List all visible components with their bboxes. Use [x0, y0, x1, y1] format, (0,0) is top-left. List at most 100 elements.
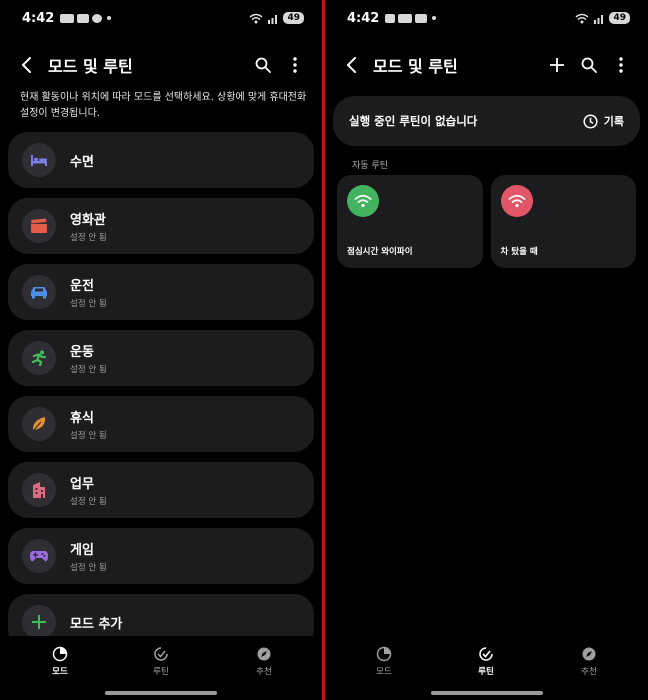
mode-list: 수면 영화관 설정 안 됨 운전 설정 안 됨 운동 설정 안 됨 휴식 설정 안 됨 … [8, 132, 314, 660]
plus-icon [550, 58, 564, 72]
status-time: 4:42 [347, 10, 380, 26]
nav-tab-routines[interactable]: 루틴 [131, 646, 191, 677]
gamepad-icon [30, 551, 48, 562]
section-label: 자동 루틴 [352, 161, 388, 171]
mode-name: 업무 [70, 477, 94, 492]
more-vert-icon [619, 57, 623, 73]
search-button[interactable] [248, 50, 278, 80]
routine-name: 차 탔을 때 [500, 247, 538, 257]
modes-icon [52, 646, 68, 662]
history-button[interactable]: 기록 [583, 113, 624, 129]
signal-icon [268, 14, 278, 24]
routine-name: 점심시간 와이파이 [347, 247, 413, 257]
back-button[interactable] [12, 50, 42, 80]
compass-icon [257, 647, 271, 661]
more-notifications-icon [432, 16, 437, 20]
mode-item-relax[interactable]: 휴식설정 안 됨 [8, 396, 314, 452]
more-options-button[interactable] [606, 50, 636, 80]
more-notifications-icon [107, 16, 112, 20]
nav-label: 루틴 [478, 667, 494, 677]
battery-indicator: 49 [283, 12, 304, 24]
leaf-icon [32, 417, 46, 432]
back-button[interactable] [337, 50, 367, 80]
notification-icon [398, 13, 413, 23]
nav-tab-discover[interactable]: 추천 [559, 646, 619, 677]
nav-tab-modes[interactable]: 모드 [30, 646, 90, 677]
nav-tab-routines[interactable]: 루틴 [456, 646, 516, 677]
plus-icon [32, 615, 46, 629]
add-mode-label: 모드 추가 [70, 616, 123, 632]
nav-label: 모드 [376, 667, 392, 677]
nav-label: 추천 [256, 667, 272, 677]
page-title: 모드 및 루틴 [373, 57, 458, 76]
mode-name: 운동 [70, 345, 94, 360]
page-description: 현재 활동이나 위치에 따라 모드를 선택하세요. 상황에 맞게 휴대전화 설정… [20, 92, 307, 119]
routine-check-icon [154, 647, 168, 661]
routine-check-icon [479, 647, 493, 661]
gallery-icon [385, 13, 396, 23]
mode-status: 설정 안 됨 [70, 431, 107, 441]
battery-indicator: 49 [609, 12, 630, 24]
movie-clapper-icon [31, 218, 47, 233]
signal-icon [594, 14, 604, 24]
routine-grid: 점심시간 와이파이 차 탔을 때 [337, 175, 636, 268]
message-icon [92, 13, 103, 23]
wifi-status-icon [575, 13, 589, 23]
status-bar: 4:42 49 [347, 8, 630, 28]
routine-card-in-car[interactable]: 차 탔을 때 [490, 175, 636, 268]
notification-icon [415, 13, 428, 23]
sleep-bed-icon [31, 155, 47, 166]
home-indicator[interactable] [105, 691, 217, 695]
clock-icon [583, 113, 598, 129]
search-icon [255, 57, 271, 73]
mode-item-exercise[interactable]: 운동설정 안 됨 [8, 330, 314, 386]
search-icon [581, 57, 597, 73]
wifi-status-icon [249, 13, 263, 23]
mode-name: 게임 [70, 543, 94, 558]
routine-card-lunch-wifi[interactable]: 점심시간 와이파이 [337, 175, 483, 268]
wifi-icon [354, 194, 372, 208]
mode-status: 설정 안 됨 [70, 497, 107, 507]
chevron-left-icon [346, 57, 356, 73]
bottom-navigation: 모드 루틴 추천 [0, 636, 322, 700]
mode-item-sleep[interactable]: 수면 [8, 132, 314, 188]
notification-icon [60, 13, 75, 23]
mode-item-theater[interactable]: 영화관 설정 안 됨 [8, 198, 314, 254]
nav-label: 모드 [52, 667, 68, 677]
mode-status: 설정 안 됨 [70, 563, 107, 573]
running-status-text: 실행 중인 루틴이 없습니다 [349, 114, 478, 128]
running-routines-card: 실행 중인 루틴이 없습니다 기록 [333, 96, 640, 146]
mode-name: 수면 [70, 154, 94, 170]
modes-screen: 4:42 49 모드 및 루틴 현재 활동이나 위치에 따라 모드를 선택하세요… [0, 0, 322, 700]
nav-tab-modes[interactable]: 모드 [354, 646, 414, 677]
status-bar: 4:42 49 [22, 8, 304, 28]
nav-tab-discover[interactable]: 추천 [234, 646, 294, 677]
modes-icon [376, 646, 392, 662]
wifi-icon [508, 194, 525, 208]
add-routine-button[interactable] [542, 50, 572, 80]
mode-status: 설정 안 됨 [70, 233, 107, 243]
mode-name: 운전 [70, 279, 94, 294]
mode-status: 설정 안 됨 [70, 365, 107, 375]
more-vert-icon [293, 57, 297, 73]
more-options-button[interactable] [280, 50, 310, 80]
history-label: 기록 [603, 115, 624, 128]
routines-screen: 4:42 49 모드 및 루틴 실행 중인 루틴이 없습니다 기록 자동 루틴 … [325, 0, 648, 700]
compass-icon [582, 647, 596, 661]
bottom-navigation: 모드 루틴 추천 [325, 636, 648, 700]
mode-item-game[interactable]: 게임설정 안 됨 [8, 528, 314, 584]
nav-label: 추천 [581, 667, 597, 677]
search-button[interactable] [574, 50, 604, 80]
mode-status: 설정 안 됨 [70, 299, 107, 309]
app-header: 모드 및 루틴 [12, 48, 310, 82]
car-icon [31, 287, 47, 299]
mode-item-work[interactable]: 업무설정 안 됨 [8, 462, 314, 518]
chevron-left-icon [21, 57, 31, 73]
home-indicator[interactable] [430, 691, 543, 695]
building-icon [33, 482, 45, 498]
mode-item-driving[interactable]: 운전설정 안 됨 [8, 264, 314, 320]
nav-label: 루틴 [153, 667, 169, 677]
page-title: 모드 및 루틴 [48, 57, 133, 76]
notification-icon [77, 13, 90, 23]
mode-name: 휴식 [70, 411, 94, 426]
